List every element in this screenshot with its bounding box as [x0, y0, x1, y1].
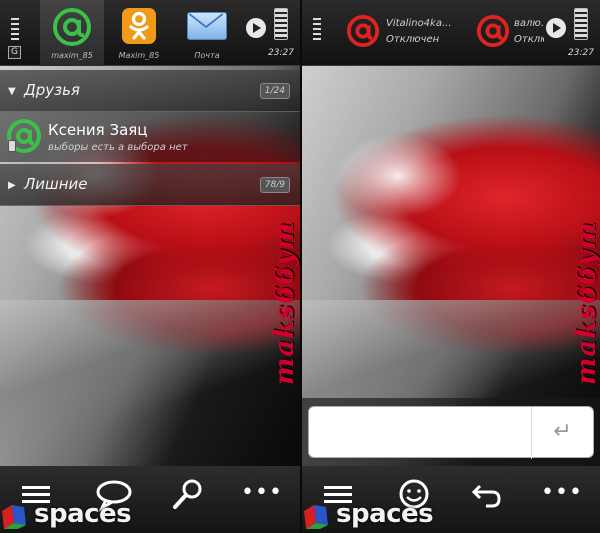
mailru-offline-icon	[476, 14, 510, 48]
spaces-wordmark: spaces	[336, 499, 434, 529]
mobile-phone-icon	[8, 140, 16, 152]
chat-tab-title: валю...	[514, 18, 544, 29]
chat-tab-vitalino[interactable]: Vitalino4ka... Отключен	[342, 0, 472, 66]
more-button[interactable]: •••	[240, 478, 284, 512]
contact-name: Ксения Заяц	[48, 121, 148, 139]
top-bar: G maxim_85 Maxim_85 Почта 23:27	[0, 0, 300, 66]
spaces-wordmark: spaces	[34, 499, 132, 529]
tab-mail[interactable]: Почта	[174, 0, 240, 66]
signal-bars-icon	[11, 18, 19, 40]
group-count: 1/24	[259, 83, 290, 99]
tab-label: maxim_85	[51, 51, 93, 60]
contact-status: выборы есть а выбора нет	[48, 142, 188, 153]
spaces-logo-icon	[304, 505, 328, 529]
chat-tab-status: Отключен	[386, 34, 440, 45]
media-player-icon[interactable]	[546, 18, 566, 38]
signal-bars-icon	[313, 18, 321, 40]
media-player-icon[interactable]	[246, 18, 266, 38]
tab-odnoklassniki[interactable]: Maxim_85	[106, 0, 172, 66]
signal-indicator: G	[8, 18, 22, 60]
message-input[interactable]: ↵	[308, 406, 594, 459]
contact-list-screen: G maxim_85 Maxim_85 Почта 23:27 ▼ Друзья…	[0, 0, 300, 533]
clock: 23:27	[268, 48, 294, 58]
expanded-arrow-icon: ▼	[8, 86, 16, 97]
top-bar: Vitalino4ka... Отключен валю... Отклю...…	[302, 0, 600, 66]
odnoklassniki-icon	[122, 8, 156, 44]
message-compose-area: ↵	[302, 398, 600, 466]
group-extra[interactable]: ▶ Лишние 78/9	[0, 164, 300, 206]
undo-arrow-icon	[471, 484, 501, 508]
chat-tab-status: Отклю...	[514, 34, 544, 45]
collapsed-arrow-icon: ▶	[8, 180, 16, 191]
group-friends[interactable]: ▼ Друзья 1/24	[0, 70, 300, 112]
signal-indicator	[310, 18, 324, 60]
search-button[interactable]	[166, 478, 210, 512]
mailru-offline-icon	[346, 14, 380, 48]
network-mode-badge: G	[8, 46, 21, 59]
tab-label: Maxim_85	[118, 51, 160, 60]
chat-tab-second[interactable]: валю... Отклю...	[474, 0, 544, 66]
send-button[interactable]: ↵	[531, 407, 593, 459]
more-button[interactable]: •••	[540, 478, 584, 512]
mailru-at-icon	[53, 8, 91, 46]
spaces-logo-icon	[2, 505, 26, 529]
chat-tab-title: Vitalino4ka...	[386, 18, 452, 29]
chat-screen: Vitalino4ka... Отключен валю... Отклю...…	[302, 0, 600, 533]
tab-mailru[interactable]: maxim_85	[40, 0, 104, 66]
tab-label: Почта	[194, 51, 220, 60]
battery-icon	[274, 8, 288, 40]
group-name: Лишние	[24, 175, 88, 193]
watermark: maks66ym	[572, 221, 600, 385]
envelope-icon	[187, 12, 227, 40]
battery-icon	[574, 8, 588, 40]
search-icon	[173, 479, 202, 509]
watermark: maks66ym	[270, 221, 300, 385]
group-name: Друзья	[24, 81, 80, 99]
clock: 23:27	[568, 48, 594, 58]
contact-item[interactable]: Ксения Заяц выборы есть а выбора нет	[0, 112, 300, 162]
back-button[interactable]	[466, 478, 510, 512]
enter-arrow-icon: ↵	[553, 419, 572, 444]
